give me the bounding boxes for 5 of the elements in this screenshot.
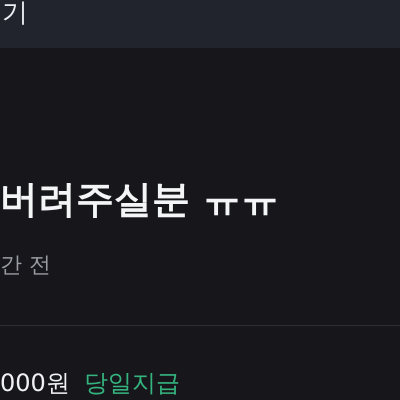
header-title: 기 bbox=[2, 0, 28, 26]
price-text: 000원 bbox=[0, 370, 70, 396]
post-time: 간 전 bbox=[0, 252, 52, 280]
post-title: 버려주실분 ㅠㅠ bbox=[0, 176, 280, 222]
payment-tag: 당일지급 bbox=[84, 370, 180, 396]
